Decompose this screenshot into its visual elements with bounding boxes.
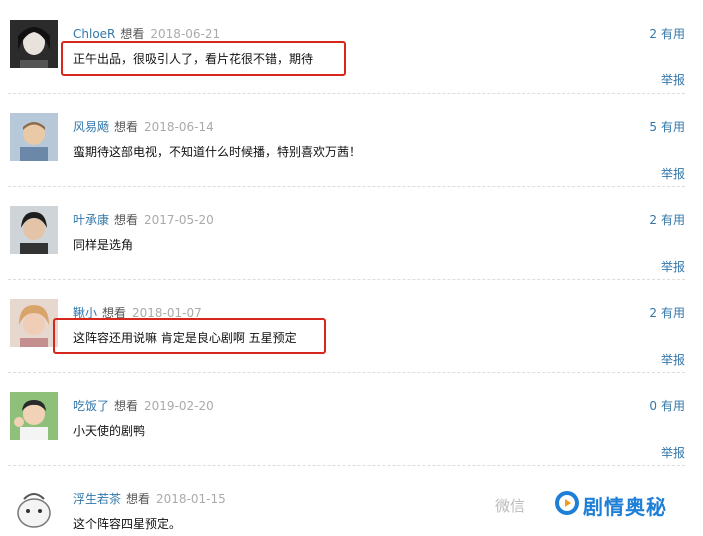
- comment-date: 2018-06-14: [144, 120, 214, 134]
- brand-watermark-text: 剧情奥秘: [583, 495, 667, 519]
- helpful-vote-button[interactable]: 2 有用: [649, 304, 685, 321]
- helpful-vote-button[interactable]: 0 有用: [649, 397, 685, 414]
- vote-count: 2: [649, 306, 657, 320]
- wechat-watermark-text: 微信: [495, 497, 526, 515]
- vote-label: 有用: [660, 306, 685, 320]
- report-link[interactable]: 举报: [661, 165, 685, 182]
- username-link[interactable]: 风易飏: [73, 120, 109, 134]
- status-label: 想看: [126, 492, 151, 506]
- comment-meta: 风易飏 想看 2018-06-14: [73, 118, 214, 135]
- comment-text: 这个阵容四星预定。: [73, 517, 182, 531]
- vote-label: 有用: [660, 213, 685, 227]
- comment-meta: 叶承康 想看 2017-05-20: [73, 211, 214, 228]
- highlight-box: [53, 318, 326, 354]
- report-link[interactable]: 举报: [661, 258, 685, 275]
- helpful-vote-button[interactable]: 2 有用: [649, 211, 685, 228]
- watermark: 微信 剧情奥秘: [495, 487, 695, 523]
- avatar[interactable]: [10, 299, 58, 347]
- status-label: 想看: [114, 213, 139, 227]
- username-link[interactable]: 浮生若茶: [73, 492, 121, 506]
- report-link[interactable]: 举报: [661, 351, 685, 368]
- divider: [8, 186, 685, 187]
- status-label: 想看: [114, 399, 139, 413]
- comment-date: 2018-06-21: [150, 27, 221, 41]
- divider: [8, 465, 685, 466]
- avatar[interactable]: [10, 485, 58, 533]
- report-link[interactable]: 举报: [661, 71, 685, 88]
- comment-text: 同样是选角: [73, 238, 134, 252]
- divider: [8, 372, 685, 373]
- report-link[interactable]: 举报: [661, 444, 685, 461]
- comment-meta: 吃饭了 想看 2019-02-20: [73, 397, 214, 414]
- divider: [8, 279, 685, 280]
- comment-text: 小天使的剧鸭: [73, 424, 146, 438]
- divider: [8, 93, 685, 94]
- comment-text: 蛮期待这部电视，不知道什么时候播，特别喜欢万茜！: [73, 145, 362, 159]
- avatar[interactable]: [10, 113, 58, 161]
- comment-date: 2017-05-20: [144, 213, 214, 227]
- status-label: 想看: [120, 27, 145, 41]
- status-label: 想看: [114, 120, 139, 134]
- helpful-vote-button[interactable]: 5 有用: [649, 118, 685, 135]
- vote-count: 2: [649, 27, 657, 41]
- comment-meta: 浮生若茶 想看 2018-01-15: [73, 490, 226, 507]
- highlight-box: [61, 41, 346, 76]
- comment-meta: ChloeR 想看 2018-06-21: [73, 25, 220, 42]
- vote-count: 5: [649, 120, 657, 134]
- username-link[interactable]: 叶承康: [73, 213, 109, 227]
- vote-label: 有用: [660, 399, 685, 413]
- username-link[interactable]: 吃饭了: [73, 399, 109, 413]
- play-logo-icon: [555, 491, 579, 515]
- comment-date: 2019-02-20: [144, 399, 214, 413]
- vote-count: 2: [649, 213, 657, 227]
- avatar[interactable]: [10, 392, 58, 440]
- vote-label: 有用: [660, 120, 685, 134]
- avatar[interactable]: [10, 20, 58, 68]
- vote-label: 有用: [660, 27, 685, 41]
- avatar[interactable]: [10, 206, 58, 254]
- username-link[interactable]: ChloeR: [73, 27, 115, 41]
- comment-date: 2018-01-15: [156, 492, 226, 506]
- helpful-vote-button[interactable]: 2 有用: [649, 25, 685, 42]
- vote-count: 0: [649, 399, 657, 413]
